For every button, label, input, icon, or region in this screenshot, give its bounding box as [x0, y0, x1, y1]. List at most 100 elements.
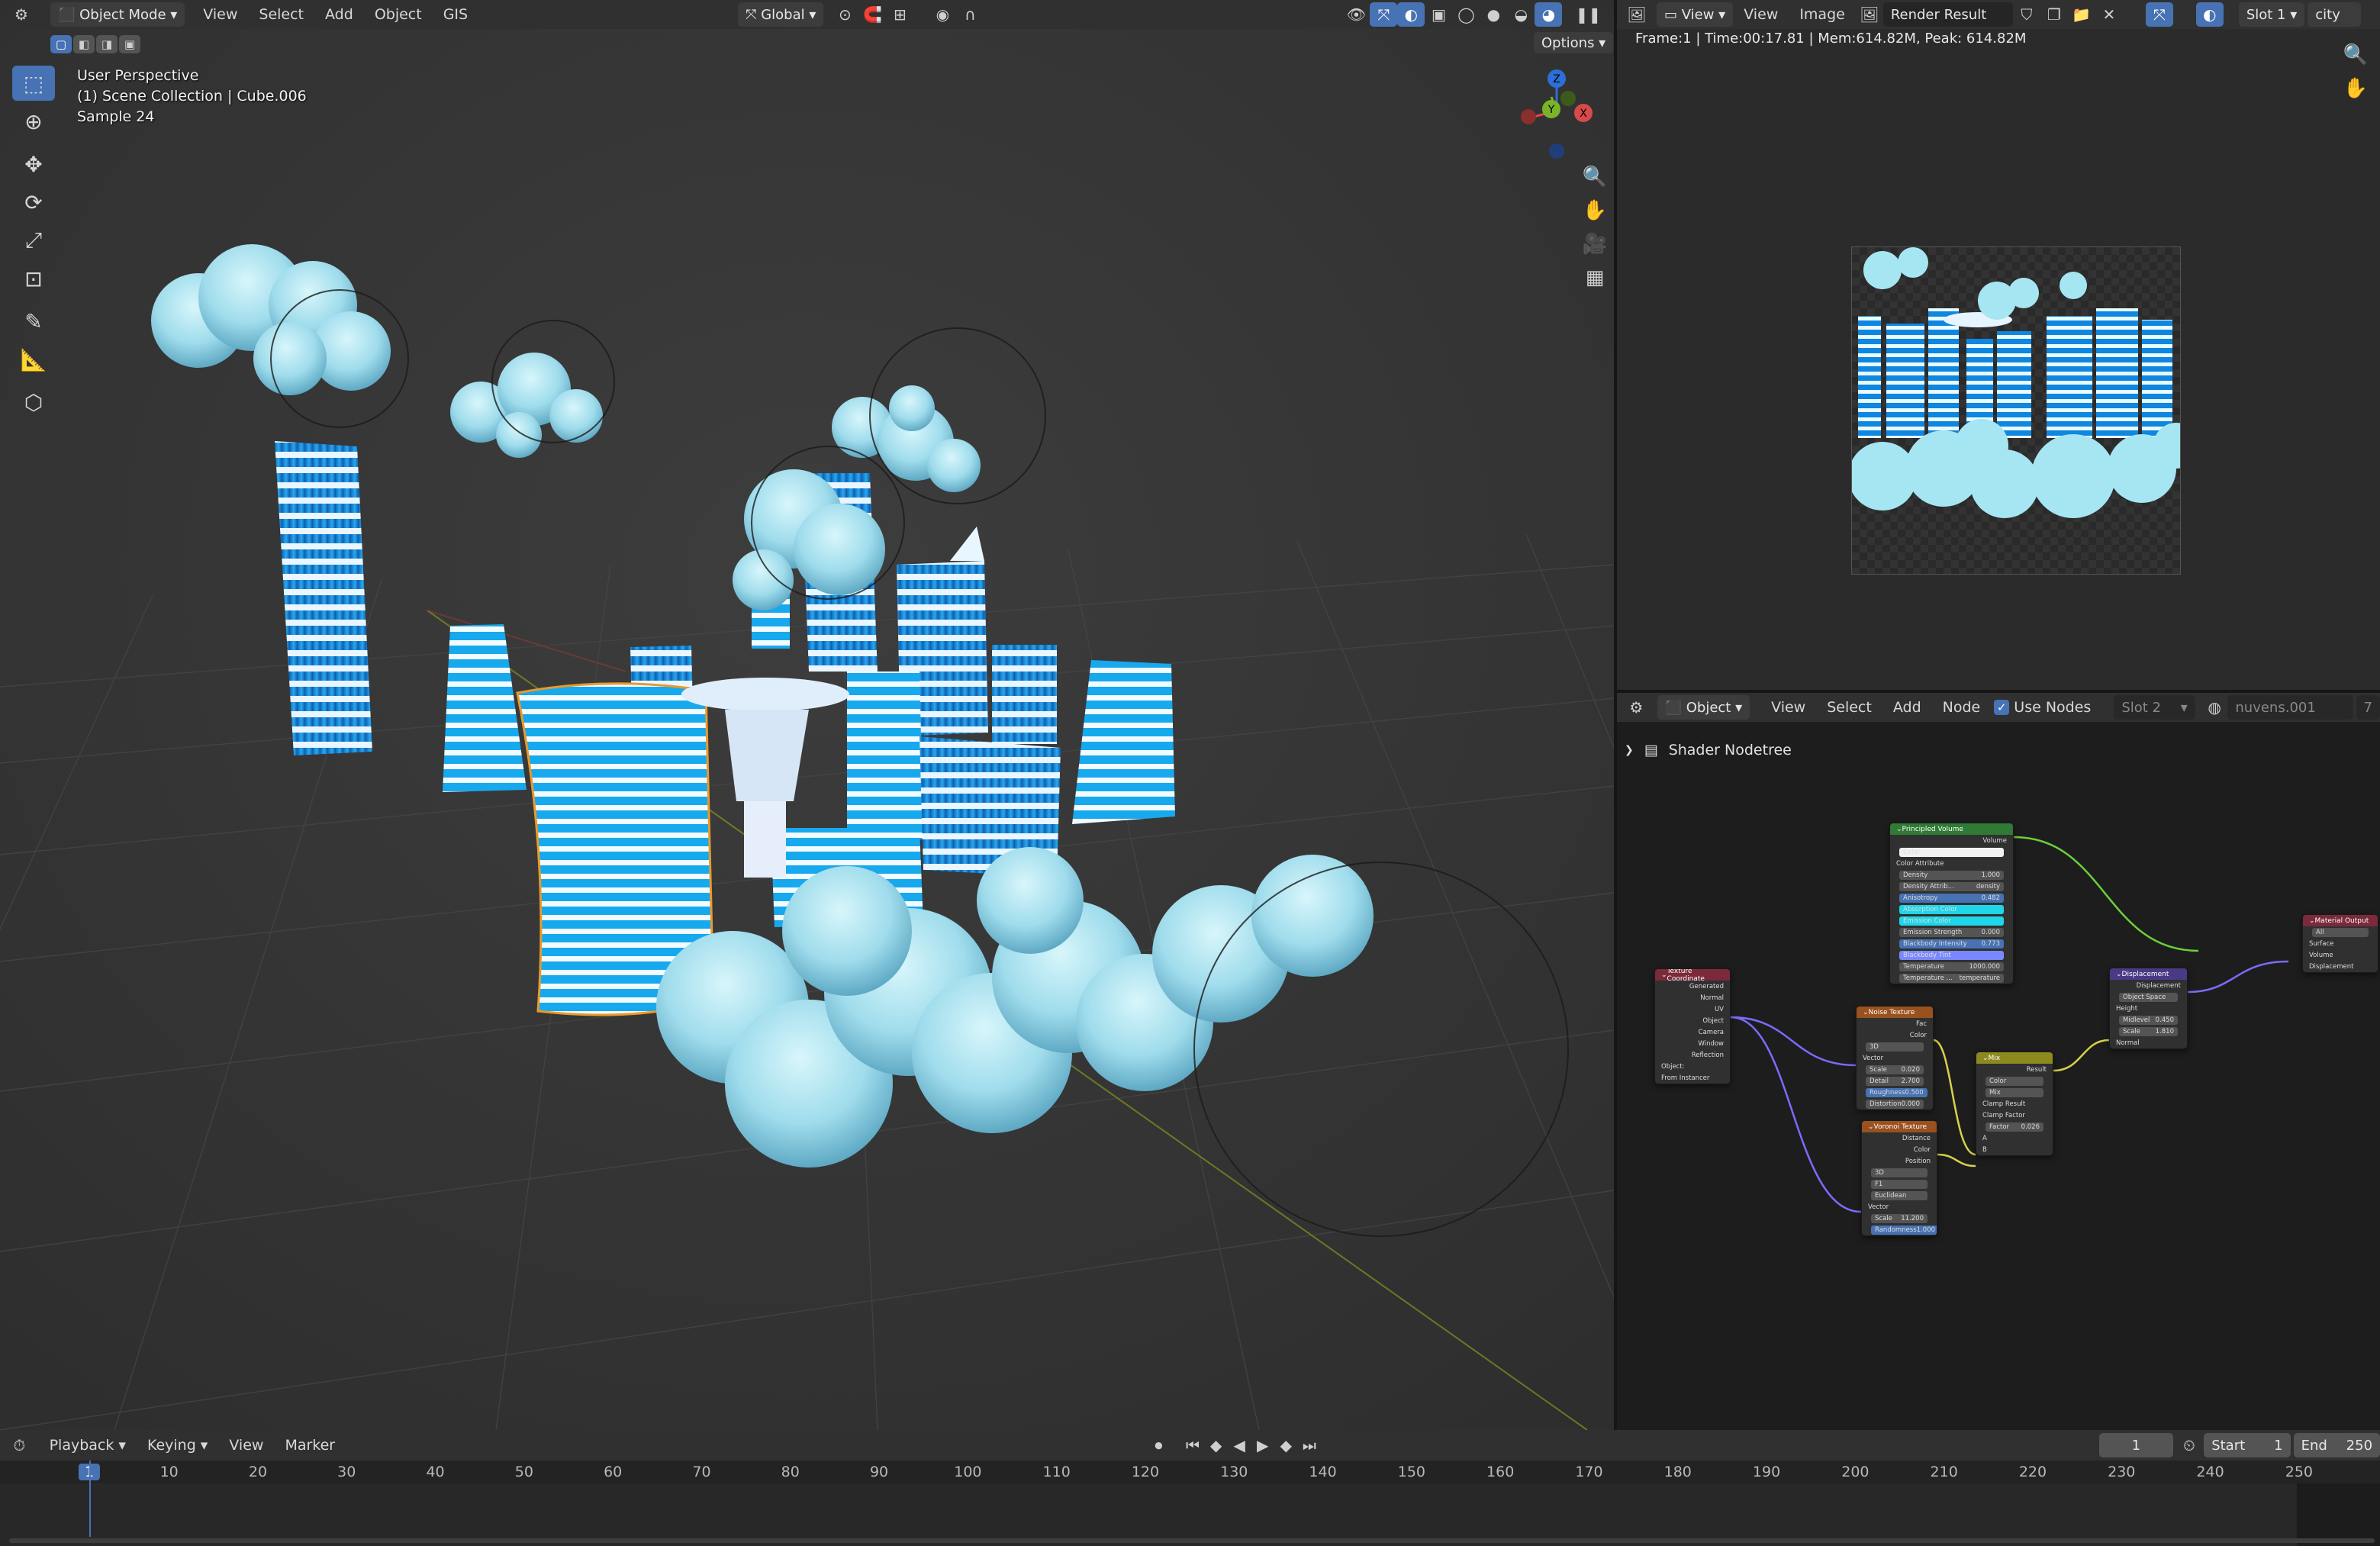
- node-voronoi-texture-header[interactable]: ⌄ Voronoi Texture: [1862, 1121, 1937, 1132]
- voronoi-opt-2-field[interactable]: Euclidean: [1871, 1190, 1928, 1200]
- annotate-tool-icon[interactable]: ✎: [12, 304, 55, 339]
- render-result-image[interactable]: [1851, 246, 2181, 575]
- noise-in-2-field[interactable]: Detail 2.700: [1866, 1076, 1924, 1086]
- jump-end-icon[interactable]: ⏭: [1298, 1433, 1322, 1457]
- pv-row-6-field[interactable]: Emission Color: [1899, 916, 2004, 926]
- voronoi-opt-1-field[interactable]: F1: [1871, 1179, 1928, 1189]
- start-frame-field[interactable]: Start 1: [2204, 1433, 2291, 1457]
- pv-row-0[interactable]: Color: [1890, 846, 2013, 858]
- image-zoom-icon[interactable]: 🔍: [2339, 38, 2372, 72]
- image-menu-image[interactable]: Image: [1789, 0, 1856, 29]
- timeline-editor-icon[interactable]: ⏱: [8, 1433, 31, 1457]
- node-displacement[interactable]: ⌄ Displacement Displacement Object Space He…: [2109, 968, 2188, 1049]
- auto-keying-icon[interactable]: ⏺: [1147, 1433, 1171, 1457]
- image-overlay-icon[interactable]: ◐: [2195, 2, 2224, 27]
- rendered-shading-icon[interactable]: ◕: [1535, 2, 1563, 27]
- node-principled-volume[interactable]: ⌄ Principled Volume Volume Color Color Attr…: [1889, 823, 2014, 984]
- noise-in-4[interactable]: Distortion 0.000: [1857, 1098, 1933, 1110]
- image-name-field[interactable]: Render Result: [1882, 2, 2013, 27]
- overlay-toggle-icon[interactable]: ◐: [1397, 2, 1425, 27]
- gizmo-toggle-icon[interactable]: ⤧: [1370, 2, 1398, 27]
- mix-opt-0[interactable]: Color: [1976, 1075, 2053, 1087]
- mix-factor-field[interactable]: Factor 0.026: [1985, 1122, 2043, 1132]
- node-editor-area[interactable]: ⚙ ⬛ Object ▾ View Select Add Node ✓ Use …: [1617, 693, 2380, 1430]
- slot-dropdown[interactable]: Slot 1 ▾: [2238, 2, 2305, 27]
- timeline-scrollbar[interactable]: [9, 1538, 2375, 1543]
- measure-tool-icon[interactable]: 📐: [12, 342, 55, 377]
- voronoi-opt-0[interactable]: 3D: [1862, 1167, 1937, 1178]
- disp-in-2[interactable]: Scale 1.810: [2110, 1026, 2187, 1037]
- unlink-image-icon[interactable]: ✕: [2095, 2, 2123, 27]
- pv-row-2-field[interactable]: Density 1.000: [1899, 870, 2004, 880]
- scale-tool-icon[interactable]: ⤢: [12, 223, 55, 258]
- node-mix[interactable]: ⌄ Mix Result Color Mix Clamp Result Clamp Fac…: [1976, 1052, 2053, 1156]
- view-layer-dropdown[interactable]: city: [2308, 2, 2362, 27]
- image-browse-icon[interactable]: 🖼: [1856, 2, 1883, 27]
- pv-row-4-field[interactable]: Anisotropy 0.482: [1899, 893, 2004, 903]
- solid-shading-icon[interactable]: ●: [1480, 2, 1507, 27]
- select-box-tool-icon[interactable]: ⬚: [12, 66, 55, 101]
- cursor-tool-icon[interactable]: ⊕: [12, 104, 55, 139]
- pivot-icon[interactable]: ⊙: [831, 2, 858, 27]
- pv-row-8-field[interactable]: Blackbody Intensity 0.773: [1899, 939, 2004, 949]
- voronoi-opt-2[interactable]: Euclidean: [1862, 1190, 1937, 1201]
- options-dropdown[interactable]: Options ▾: [1534, 32, 1614, 53]
- voronoi-in-2[interactable]: Randomness 1.000: [1862, 1224, 1937, 1235]
- view-mode-dropdown[interactable]: ▭ View ▾: [1657, 2, 1734, 27]
- jump-keyframe-forward-icon[interactable]: ◆: [1274, 1433, 1298, 1457]
- mo-target-field[interactable]: All: [2312, 927, 2369, 937]
- node-texture-coordinate-header[interactable]: ⌄ Texture Coordinate: [1655, 969, 1730, 983]
- material-shading-icon[interactable]: ◒: [1507, 2, 1535, 27]
- pv-row-5[interactable]: Absorption Color: [1890, 903, 2013, 915]
- pv-row-5-field[interactable]: Absorption Color: [1899, 904, 2004, 914]
- mix-opt-1-field[interactable]: Mix: [1985, 1087, 2043, 1097]
- voronoi-in-1[interactable]: Scale 11.200: [1862, 1213, 1937, 1224]
- node-material-output[interactable]: ⌄ Material Output All Surface Volume Displac…: [2302, 914, 2378, 973]
- proportional-edit-icon[interactable]: ◉: [929, 2, 956, 27]
- pv-row-0-field[interactable]: Color: [1899, 847, 2004, 857]
- viewport-menu-select[interactable]: Select: [248, 0, 314, 29]
- viewport-menu-object[interactable]: Object: [364, 0, 433, 29]
- snap-icon[interactable]: 🧲: [858, 2, 886, 27]
- xray-icon[interactable]: ▣: [1425, 2, 1452, 27]
- node-voronoi-texture[interactable]: ⌄ Voronoi Texture Distance Color Position 3D…: [1861, 1120, 1937, 1236]
- noise-dim[interactable]: 3D: [1857, 1041, 1933, 1052]
- pan-hand-icon[interactable]: ✋: [1578, 194, 1612, 227]
- fake-user-icon[interactable]: ⛉: [2013, 2, 2040, 27]
- zoom-icon[interactable]: 🔍: [1578, 160, 1612, 194]
- ortho-grid-icon[interactable]: ▦: [1578, 261, 1612, 295]
- select-new-icon[interactable]: ▢: [50, 35, 72, 53]
- mix-factor[interactable]: Factor 0.026: [1976, 1121, 2053, 1132]
- pv-row-10-field[interactable]: Temperature 1000.000: [1899, 961, 2004, 971]
- voronoi-opt-1[interactable]: F1: [1862, 1178, 1937, 1190]
- navigation-gizmo[interactable]: Z Y X: [1507, 65, 1606, 164]
- play-icon[interactable]: ▶: [1251, 1433, 1274, 1457]
- pv-row-6[interactable]: Emission Color: [1890, 915, 2013, 926]
- noise-in-4-field[interactable]: Distortion 0.000: [1866, 1099, 1924, 1109]
- node-material-output-header[interactable]: ⌄ Material Output: [2303, 915, 2378, 926]
- timeline-menu-marker[interactable]: Marker: [274, 1430, 346, 1461]
- pv-row-4[interactable]: Anisotropy 0.482: [1890, 892, 2013, 903]
- select-subtract-icon[interactable]: ◨: [96, 35, 118, 53]
- viewport-menu-add[interactable]: Add: [314, 0, 364, 29]
- snap-target-icon[interactable]: ⊞: [886, 2, 913, 27]
- mix-opt-0-field[interactable]: Color: [1985, 1076, 2043, 1086]
- pv-row-10[interactable]: Temperature 1000.000: [1890, 961, 2013, 972]
- noise-in-2[interactable]: Detail 2.700: [1857, 1075, 1933, 1087]
- pv-row-11[interactable]: Temperature ... temperature: [1890, 972, 2013, 984]
- noise-in-1-field[interactable]: Scale 0.020: [1866, 1064, 1924, 1074]
- timeline-menu-keying[interactable]: Keying ▾: [137, 1430, 218, 1461]
- orientation-dropdown[interactable]: ⤧ Global ▾: [738, 2, 824, 27]
- move-tool-icon[interactable]: ✥: [12, 147, 55, 182]
- falloff-icon[interactable]: ∩: [956, 2, 984, 27]
- node-mix-header[interactable]: ⌄ Mix: [1976, 1052, 2053, 1064]
- node-texture-coordinate[interactable]: ⌄ Texture Coordinate Generated Normal UV Obj…: [1654, 968, 1731, 1084]
- disp-in-1-field[interactable]: Midlevel 0.450: [2119, 1015, 2178, 1025]
- open-image-icon[interactable]: 📁: [2068, 2, 2095, 27]
- select-extend-icon[interactable]: ◧: [73, 35, 95, 53]
- transform-tool-icon[interactable]: ⊡: [12, 261, 55, 296]
- timeline-track[interactable]: [0, 1461, 2380, 1546]
- node-principled-volume-header[interactable]: ⌄ Principled Volume: [1890, 823, 2013, 835]
- node-noise-texture[interactable]: ⌄ Noise Texture Fac Color 3D Vector Scale 0.02…: [1856, 1006, 1934, 1110]
- jump-start-icon[interactable]: ⏮: [1181, 1433, 1205, 1457]
